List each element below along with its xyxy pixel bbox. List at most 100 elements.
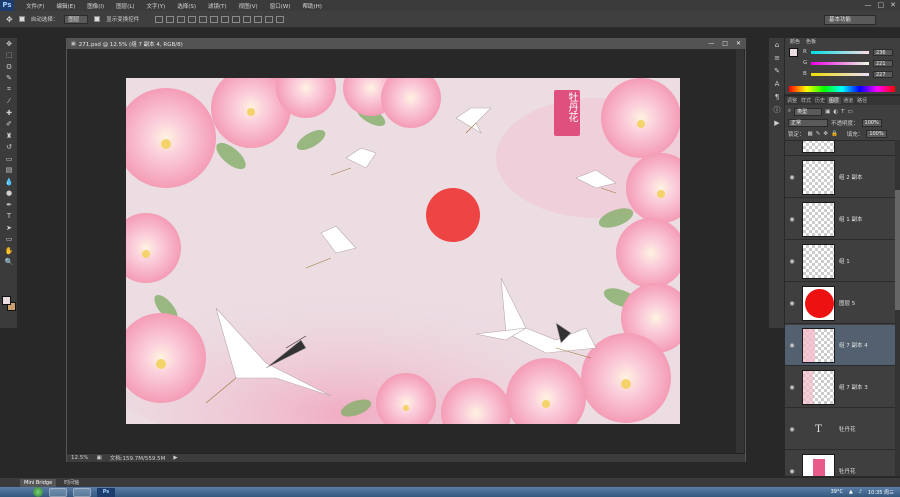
dodge-tool-icon[interactable]: ● (0, 188, 18, 200)
distribute-right-icon[interactable] (276, 15, 285, 23)
distribute-top-icon[interactable] (221, 15, 230, 23)
eyedropper-tool-icon[interactable]: ⁄ (0, 96, 18, 108)
distribute-left-icon[interactable] (254, 15, 263, 23)
green-value[interactable]: 221 (873, 59, 893, 67)
character-panel-icon[interactable]: A (769, 77, 785, 90)
type-tool-icon[interactable]: T (0, 211, 18, 223)
hand-tool-icon[interactable]: ✋ (0, 245, 18, 257)
align-bottom-icon[interactable] (177, 15, 186, 23)
fill-input[interactable]: 100% (866, 129, 887, 138)
paragraph-panel-icon[interactable]: ¶ (769, 90, 785, 103)
align-middle-icon[interactable] (166, 15, 175, 23)
red-slider[interactable] (811, 50, 869, 54)
align-center-icon[interactable] (199, 15, 208, 23)
tab-timeline[interactable]: 时间轴 (60, 479, 83, 487)
menu-help[interactable]: 帮助(H) (296, 2, 327, 10)
tab-layers[interactable]: 图层 (827, 97, 842, 104)
document-vertical-scrollbar[interactable] (736, 49, 744, 453)
lock-transparent-icon[interactable]: ▦ (808, 131, 813, 137)
pen-tool-icon[interactable]: ✒ (0, 199, 18, 211)
layer-kind-filter[interactable]: 类型 (794, 107, 823, 116)
green-slider[interactable] (811, 61, 869, 65)
tab-mini-bridge[interactable]: Mini Bridge (20, 478, 57, 487)
lock-all-icon[interactable]: 🔒 (831, 131, 838, 137)
volume-icon[interactable]: ♪ (859, 489, 862, 495)
filter-pixel-icon[interactable]: ▣ (825, 109, 830, 115)
status-menu-arrow-icon[interactable]: ▶ (173, 455, 177, 461)
menu-window[interactable]: 窗口(W) (264, 2, 297, 10)
clock[interactable]: 10:35 周三 (868, 489, 894, 496)
menu-file[interactable]: 文件(F) (20, 2, 50, 10)
brush-panel-icon[interactable]: ✎ (769, 64, 785, 77)
canvas[interactable]: 牡丹花 (126, 78, 680, 424)
move-tool-icon[interactable]: ✥ (0, 38, 18, 50)
brush-tool-icon[interactable]: ✐ (0, 119, 18, 131)
blur-tool-icon[interactable]: 💧 (0, 176, 18, 188)
distribute-middle-icon[interactable] (232, 15, 241, 23)
doc-minimize-button[interactable]: — (708, 40, 714, 47)
workspace-dropdown[interactable]: 基本功能 (824, 15, 876, 25)
start-button[interactable] (33, 487, 43, 497)
tab-channels[interactable]: 通道 (841, 97, 855, 104)
tab-paths[interactable]: 路径 (855, 97, 869, 104)
quick-select-tool-icon[interactable]: ✎ (0, 73, 18, 85)
gradient-tool-icon[interactable]: ▤ (0, 165, 18, 177)
taskbar-explorer-button[interactable] (73, 487, 91, 497)
filter-shape-icon[interactable]: ▭ (847, 109, 852, 115)
menu-view[interactable]: 视图(V) (233, 2, 264, 10)
menu-type[interactable]: 文字(Y) (141, 2, 172, 10)
visibility-eye-icon[interactable]: ◉ (785, 258, 799, 265)
menu-layer[interactable]: 图层(L) (110, 2, 140, 10)
crop-tool-icon[interactable]: ⌗ (0, 84, 18, 96)
layer-row[interactable]: ◉ (785, 141, 895, 156)
properties-panel-icon[interactable]: ≡ (769, 51, 785, 64)
blue-value[interactable]: 227 (873, 70, 893, 78)
tab-swatches[interactable]: 色板 (803, 38, 819, 46)
layer-row-selected[interactable]: ◉ 组 7 副本 4 (785, 325, 895, 366)
tab-history[interactable]: 历史 (813, 97, 827, 104)
status-info-icon[interactable]: ▣ (96, 455, 101, 461)
close-button[interactable]: ✕ (890, 1, 896, 9)
layer-row[interactable]: ◉ 组 1 (785, 241, 895, 282)
doc-maximize-button[interactable]: □ (722, 40, 728, 47)
distribute-center-icon[interactable] (265, 15, 274, 23)
lock-image-icon[interactable]: ✎ (816, 131, 821, 137)
auto-select-checkbox[interactable] (18, 16, 25, 22)
tab-styles[interactable]: 样式 (799, 97, 813, 104)
lock-position-icon[interactable]: ✥ (823, 131, 828, 137)
layer-row[interactable]: ◉ 图层 5 (785, 283, 895, 324)
layer-row[interactable]: ◉ 牡丹花 (785, 451, 895, 476)
document-tab[interactable]: ▣ 271.psd @ 12.5% (组 7 副本 4, RGB/8) — □ … (67, 39, 745, 49)
visibility-eye-icon[interactable]: ◉ (785, 426, 799, 433)
visibility-eye-icon[interactable]: ◉ (785, 342, 799, 349)
align-left-icon[interactable] (188, 15, 197, 23)
visibility-eye-icon[interactable]: ◉ (785, 468, 799, 475)
opacity-input[interactable]: 100% (861, 118, 882, 127)
menu-image[interactable]: 图像(I) (81, 2, 110, 10)
shape-tool-icon[interactable]: ▭ (0, 234, 18, 246)
menu-filter[interactable]: 滤镜(T) (202, 2, 233, 10)
blend-mode-dropdown[interactable]: 正常 (788, 118, 828, 127)
actions-panel-icon[interactable]: ▶ (769, 116, 785, 129)
show-transform-checkbox[interactable] (94, 16, 101, 22)
tab-color[interactable]: 颜色 (787, 38, 803, 46)
blue-slider[interactable] (811, 72, 869, 76)
zoom-tool-icon[interactable]: 🔍 (0, 257, 18, 269)
healing-tool-icon[interactable]: ✚ (0, 107, 18, 119)
color-spectrum[interactable] (789, 86, 895, 92)
filter-type-icon[interactable]: T (841, 109, 844, 115)
align-right-icon[interactable] (210, 15, 219, 23)
network-icon[interactable]: ▲ (849, 489, 853, 495)
visibility-eye-icon[interactable]: ◉ (785, 384, 799, 391)
path-select-icon[interactable]: ➤ (0, 222, 18, 234)
red-value[interactable]: 236 (873, 48, 893, 56)
menu-select[interactable]: 选择(S) (171, 2, 202, 10)
menu-edit[interactable]: 编辑(E) (50, 2, 81, 10)
history-brush-icon[interactable]: ↺ (0, 142, 18, 154)
layer-row[interactable]: ◉ 组 2 副本 (785, 157, 895, 198)
stamp-tool-icon[interactable]: ♜ (0, 130, 18, 142)
layers-scrollbar-thumb[interactable] (895, 190, 900, 310)
foreground-color-swatch[interactable] (2, 296, 11, 305)
visibility-eye-icon[interactable]: ◉ (785, 300, 799, 307)
color-panel-fg-swatch[interactable] (789, 48, 798, 57)
